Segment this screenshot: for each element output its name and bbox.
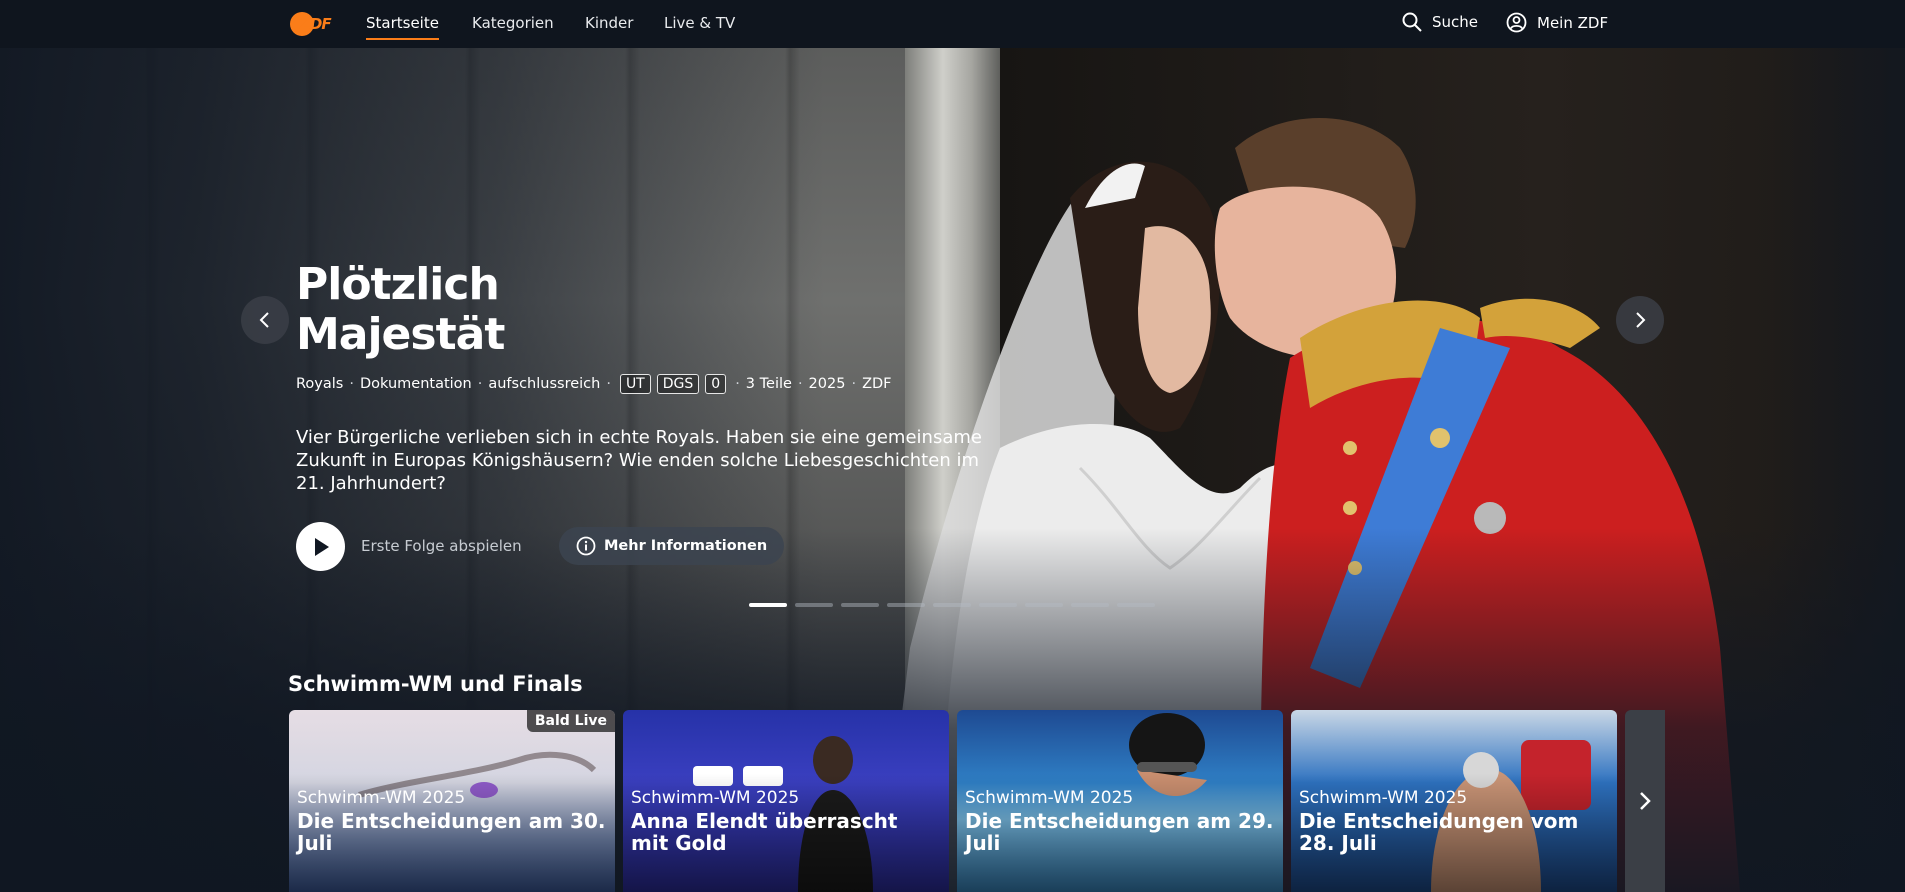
teaser-card[interactable]: Schwimm-WM 2025 Die Entscheidungen am 29… [957, 710, 1283, 892]
carousel-dot[interactable] [979, 603, 1017, 607]
age-rating-badge: 0 [705, 374, 727, 394]
teaser-card[interactable]: Schwimm-WM 2025 Anna Elendt überrascht m… [623, 710, 949, 892]
chevron-right-icon [1636, 312, 1646, 328]
card-title: Anna Elendt überrascht mit Gold [631, 809, 898, 855]
hero-title-line2: Majestät [296, 309, 505, 360]
hero-banner: Plötzlich Majestät Royals · Dokumentation… [0, 48, 1905, 892]
card-category: Schwimm-WM 2025 [631, 788, 800, 808]
carousel-dot[interactable] [1025, 603, 1063, 607]
play-icon [314, 537, 329, 556]
card-title: Die Entscheidungen vom 28. Juli [1299, 809, 1579, 855]
card-category: Schwimm-WM 2025 [1299, 788, 1468, 808]
hero-title-line1: Plötzlich [296, 259, 500, 310]
info-icon [576, 536, 596, 556]
row-next-button[interactable] [1625, 710, 1665, 892]
hero-description: Vier Bürgerliche verlieben sich in echte… [296, 427, 982, 494]
nav-link-kategorien[interactable]: Kategorien [472, 14, 554, 32]
play-button[interactable] [296, 522, 345, 571]
nav-link-live-tv[interactable]: Live & TV [664, 14, 735, 32]
chevron-right-icon [1640, 792, 1651, 810]
search-button[interactable]: Suche [1402, 12, 1478, 32]
hero-title: Plötzlich Majestät [296, 259, 505, 360]
card-title: Die Entscheidungen am 29. Juli [965, 809, 1274, 855]
top-navigation: ZDF Startseite Kategorien Kinder Live & … [0, 0, 1905, 48]
zdf-logo[interactable]: ZDF [288, 12, 334, 36]
nav-link-kinder[interactable]: Kinder [585, 14, 633, 32]
carousel-indicator [749, 603, 1155, 607]
meta-genre-royals: Royals [296, 376, 344, 392]
card-category: Schwimm-WM 2025 [965, 788, 1134, 808]
search-label: Suche [1432, 13, 1479, 31]
nav-link-startseite[interactable]: Startseite [366, 14, 439, 40]
more-info-label: Mehr Informationen [604, 538, 768, 554]
hero-meta: Royals · Dokumentation · aufschlussreich · … [296, 374, 892, 394]
meta-channel: ZDF [862, 376, 892, 392]
account-label: Mein ZDF [1537, 13, 1609, 32]
sign-language-badge: DGS [656, 374, 700, 394]
teaser-card[interactable]: Schwimm-WM 2025 Die Entscheidungen vom 2… [1291, 710, 1617, 892]
teaser-card[interactable]: Bald Live Schwimm-WM 2025 Die Entscheidu… [289, 710, 615, 892]
subtitle-badge: UT [619, 374, 651, 394]
hero-next-button[interactable] [1616, 296, 1664, 344]
logo-text: ZDF [300, 15, 332, 33]
carousel-dot[interactable] [1117, 603, 1155, 607]
carousel-dot[interactable] [887, 603, 925, 607]
meta-episodes: 3 Teile [745, 376, 792, 392]
card-title: Die Entscheidungen am 30. Juli [297, 809, 606, 855]
meta-mood: aufschlussreich [488, 376, 601, 392]
search-icon [1402, 12, 1422, 32]
more-info-button[interactable]: Mehr Informationen [559, 527, 785, 565]
chevron-left-icon [259, 312, 269, 328]
live-badge: Bald Live [526, 710, 615, 732]
carousel-dot[interactable] [749, 603, 787, 607]
carousel-dot[interactable] [1071, 603, 1109, 607]
card-category: Schwimm-WM 2025 [297, 788, 466, 808]
carousel-dot[interactable] [795, 603, 833, 607]
carousel-dot[interactable] [841, 603, 879, 607]
meta-year: 2025 [808, 376, 846, 392]
play-label[interactable]: Erste Folge abspielen [361, 537, 522, 555]
meta-genre-dokumentation: Dokumentation [359, 376, 472, 392]
account-button[interactable]: Mein ZDF [1506, 12, 1608, 33]
carousel-dot[interactable] [933, 603, 971, 607]
hero-prev-button[interactable] [241, 296, 289, 344]
row-title: Schwimm-WM und Finals [288, 672, 583, 696]
user-icon [1506, 12, 1527, 33]
